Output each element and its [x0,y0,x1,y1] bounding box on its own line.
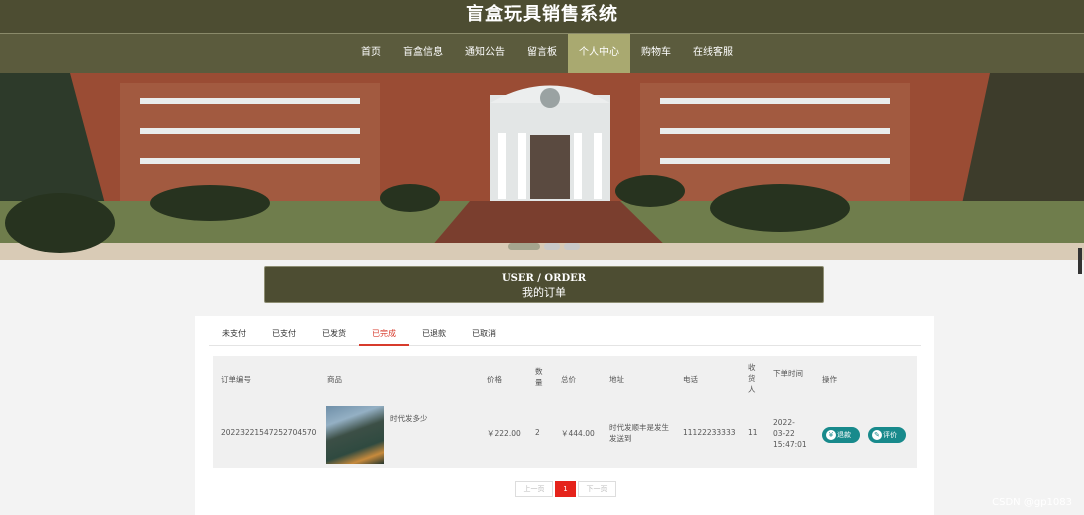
col-header-ops: 操作 [822,375,837,384]
cell-order-time: 2022-03-22 15:47:01 [773,418,807,449]
cell-total: ￥444.00 [561,429,595,438]
main-nav: 首页 盲盒信息 通知公告 留言板 个人中心 购物车 在线客服 [0,33,1084,73]
tab-paid[interactable]: 已支付 [259,324,309,346]
nav-item-cart[interactable]: 购物车 [630,34,682,73]
campus-banner-image [0,73,1084,260]
col-header-product: 商品 [327,375,342,384]
carousel-dots [508,243,580,250]
refund-button-label: 退款 [837,431,851,439]
orders-table: 订单编号 商品 价格 数量 总价 地址 电话 收货人 下单时间 操作 20223… [213,356,917,468]
nav-item-home[interactable]: 首页 [350,34,392,73]
product-thumbnail[interactable] [326,406,384,464]
col-header-qty: 数量 [535,367,543,387]
cell-price: ￥222.00 [487,429,521,438]
refund-icon: ¥ [826,430,836,440]
nav-item-blindbox[interactable]: 盲盒信息 [392,34,454,73]
nav-item-messages[interactable]: 留言板 [516,34,568,73]
col-header-total: 总价 [561,375,576,384]
edit-icon: ✎ [872,430,882,440]
cell-phone: 11122233333 [683,428,736,437]
carousel-dot[interactable] [508,243,540,250]
page-scroll-edge [1078,248,1082,274]
carousel-dot[interactable] [564,243,580,250]
section-title-en: USER / ORDER [501,273,587,284]
banner-carousel[interactable] [0,73,1084,260]
tab-unpaid[interactable]: 未支付 [209,324,259,346]
col-header-receiver: 收货人 [748,363,756,394]
col-header-time: 下单时间 [773,369,803,378]
tab-completed[interactable]: 已完成 [359,324,409,346]
review-button[interactable]: ✎ 评价 [868,427,906,443]
col-header-price: 价格 [487,375,502,384]
tab-cancelled[interactable]: 已取消 [459,324,509,346]
col-header-address: 地址 [609,375,624,384]
review-button-label: 评价 [883,431,897,439]
cell-product-name[interactable]: 时代发多少 [390,413,428,424]
watermark-text: CSDN @gp1083 [992,497,1072,508]
next-page-button[interactable]: 下一页 [578,481,616,497]
nav-item-notice[interactable]: 通知公告 [454,34,516,73]
cell-receiver: 11 [748,428,758,437]
page-number-current[interactable]: 1 [555,481,576,497]
section-header: USER / ORDER 我的订单 [264,266,824,303]
pagination: 上一页 1 下一页 [515,481,616,497]
col-header-order-no: 订单编号 [221,375,251,384]
col-header-phone: 电话 [683,375,698,384]
cell-qty: 2 [535,428,540,437]
orders-panel: 未支付 已支付 已发货 已完成 已退款 已取消 订单编号 商品 价格 数量 总价… [195,316,934,515]
nav-item-profile[interactable]: 个人中心 [568,34,630,73]
app-title: 盲盒玩具销售系统 [466,4,618,25]
prev-page-button[interactable]: 上一页 [515,481,553,497]
tab-refunded[interactable]: 已退款 [409,324,459,346]
carousel-dot[interactable] [544,243,560,250]
app-header: 盲盒玩具销售系统 [0,0,1084,33]
order-status-tabs: 未支付 已支付 已发货 已完成 已退款 已取消 [209,324,921,346]
tab-shipped[interactable]: 已发货 [309,324,359,346]
cell-order-no: 20223221547252704570 [221,428,317,437]
section-title-cn: 我的订单 [522,286,566,299]
refund-button[interactable]: ¥ 退款 [822,427,860,443]
nav-item-support[interactable]: 在线客服 [682,34,744,73]
cell-address: 时代发顺丰是发生发送到 [609,423,669,443]
